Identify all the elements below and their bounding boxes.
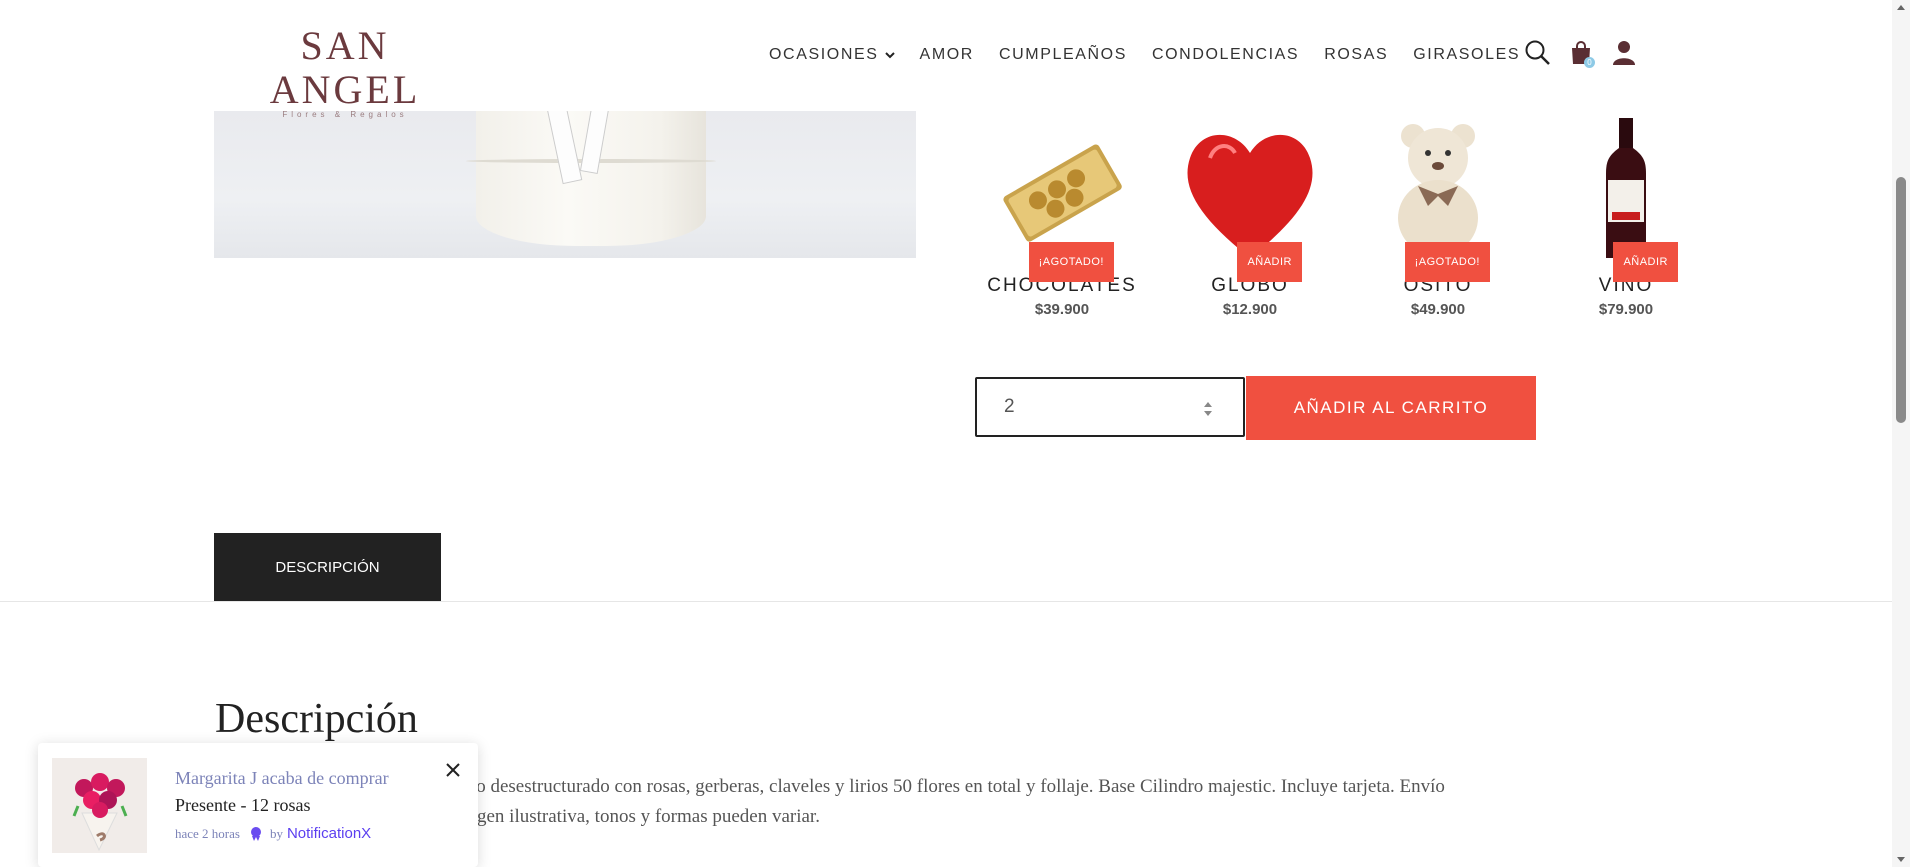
notificationx-logo-icon [250, 826, 261, 841]
nav-item-label: CUMPLEAÑOS [998, 46, 1127, 63]
chocolates-image [1003, 144, 1122, 242]
teddy-bear-image [1398, 124, 1478, 256]
addon-price: $49.900 [1410, 301, 1466, 318]
search-button[interactable] [1523, 38, 1553, 68]
addon-image[interactable]: ¡AGOTADO! [1368, 118, 1508, 282]
notification-provider-link[interactable]: NotificationX [287, 825, 371, 842]
notification-time: hace 2 horas [175, 825, 240, 841]
tab-description[interactable]: DESCRIPCIÓN [214, 533, 441, 601]
notification-meta: hace 2 horas by NotificationX [175, 825, 371, 842]
scroll-down-arrow-icon[interactable] [1896, 854, 1906, 864]
addon-vino: AÑADIR VINO $79.900 [1532, 118, 1720, 318]
nav-item-label: CONDOLENCIAS [1151, 46, 1300, 63]
add-to-cart-button[interactable]: AÑADIR AL CARRITO [1246, 376, 1536, 440]
addon-price: $39.900 [1034, 301, 1090, 318]
main-nav: OCASIONES AMOR CUMPLEAÑOS CONDOLENCIAS R… [769, 46, 1545, 64]
description-title: Descripción [215, 696, 418, 742]
addon-image[interactable]: AÑADIR [1556, 118, 1696, 282]
balloon-image [1187, 134, 1313, 258]
tabs-divider [0, 601, 1892, 602]
out-of-stock-badge[interactable]: ¡AGOTADO! [1404, 242, 1490, 282]
wine-bottle-image [1606, 118, 1646, 258]
scroll-up-arrow-icon[interactable] [1896, 3, 1906, 13]
nav-item-amor[interactable]: AMOR [920, 46, 974, 64]
notification-by: by [269, 825, 283, 841]
nav-item-label: OCASIONES [769, 46, 879, 63]
notification-product: Presente - 12 rosas [175, 795, 311, 815]
logo-text: SAN ANGEL [269, 23, 421, 112]
add-button[interactable]: AÑADIR [1237, 242, 1302, 282]
addon-osito: ¡AGOTADO! OSITO $49.900 [1344, 118, 1532, 318]
quantity-stepper[interactable]: 2 [975, 377, 1245, 437]
nav-item-label: AMOR [919, 46, 974, 63]
addon-image[interactable]: ¡AGOTADO! [992, 118, 1132, 282]
nav-item-cumpleanos[interactable]: CUMPLEAÑOS [999, 46, 1127, 64]
header-icons: 0 [1523, 38, 1652, 68]
nav-item-girasoles[interactable]: GIRASOLES [1413, 46, 1520, 64]
purchase-notification[interactable]: Margarita J acaba de comprar Presente - … [38, 743, 478, 867]
cart-count-badge: 0 [1584, 57, 1595, 68]
notification-product-image [52, 758, 147, 853]
site-header: SAN ANGEL Flores & Regalos OCASIONES AMO… [0, 0, 1892, 119]
quantity-value: 2 [1004, 396, 1015, 417]
nav-item-rosas[interactable]: ROSAS [1324, 46, 1388, 64]
notification-customer: Margarita J acaba de comprar [175, 768, 389, 788]
addon-price: $79.900 [1598, 301, 1654, 318]
nav-item-label: ROSAS [1324, 46, 1389, 63]
out-of-stock-badge[interactable]: ¡AGOTADO! [1028, 242, 1114, 282]
scrollbar-thumb[interactable] [1896, 177, 1906, 423]
site-logo[interactable]: SAN ANGEL Flores & Regalos [240, 23, 450, 120]
add-button[interactable]: AÑADIR [1613, 242, 1678, 282]
close-icon[interactable] [444, 761, 462, 779]
scrollbar[interactable] [1892, 0, 1910, 867]
addon-chocolates: ¡AGOTADO! CHOCOLATES $39.900 [968, 118, 1156, 318]
account-button[interactable] [1609, 38, 1639, 68]
nav-item-ocasiones[interactable]: OCASIONES [769, 46, 895, 64]
nav-item-condolencias[interactable]: CONDOLENCIAS [1152, 46, 1299, 64]
addon-image[interactable]: AÑADIR [1180, 118, 1320, 282]
chevron-down-icon [884, 52, 895, 59]
search-icon [1525, 40, 1550, 65]
stepper-arrows-icon[interactable] [1203, 399, 1213, 419]
addons-list: ¡AGOTADO! CHOCOLATES $39.900 AÑADIR GLOB… [968, 118, 1720, 318]
nav-item-label: GIRASOLES [1413, 46, 1521, 63]
page: SAN ANGEL Flores & Regalos OCASIONES AMO… [0, 0, 1910, 867]
addon-price: $12.900 [1222, 301, 1278, 318]
product-image[interactable] [214, 111, 916, 258]
cart-button[interactable]: 0 [1566, 38, 1596, 68]
addon-globo: AÑADIR GLOBO $12.900 [1156, 118, 1344, 318]
bouquet-image [52, 758, 147, 853]
user-icon [1613, 41, 1635, 65]
